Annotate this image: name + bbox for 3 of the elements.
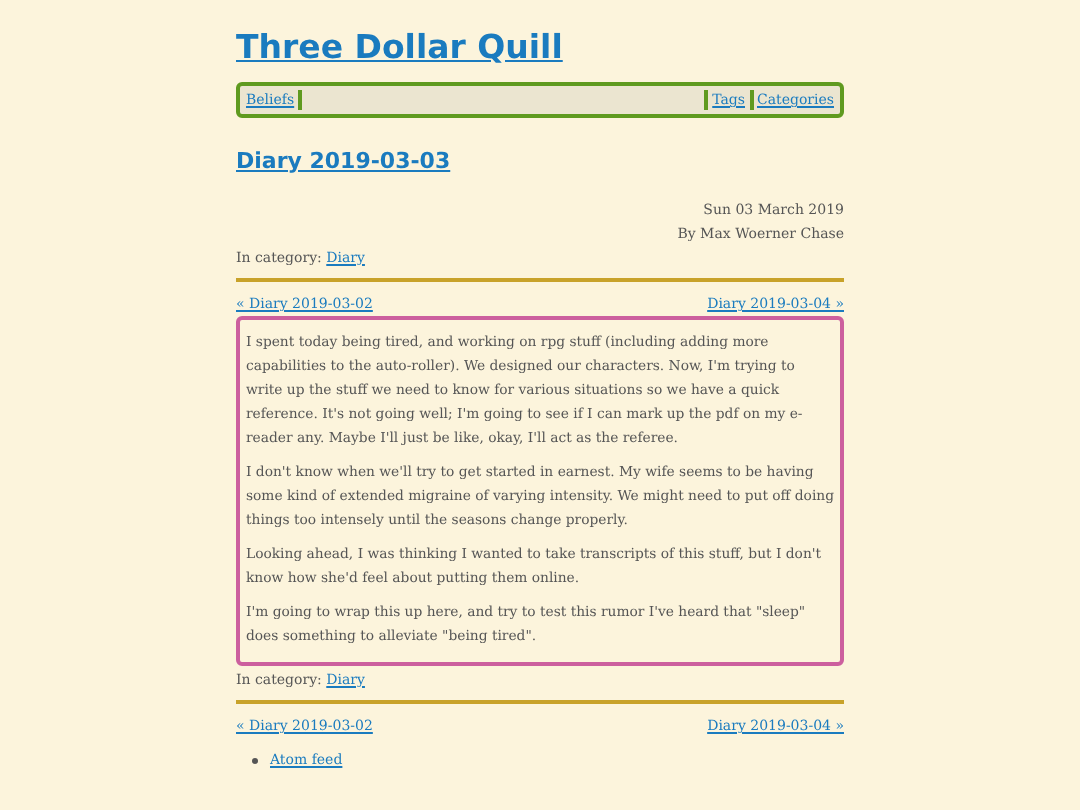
site-title-link[interactable]: Three Dollar Quill bbox=[236, 28, 563, 66]
post-title-link[interactable]: Diary 2019-03-03 bbox=[236, 148, 451, 174]
bullet-icon bbox=[252, 757, 258, 763]
